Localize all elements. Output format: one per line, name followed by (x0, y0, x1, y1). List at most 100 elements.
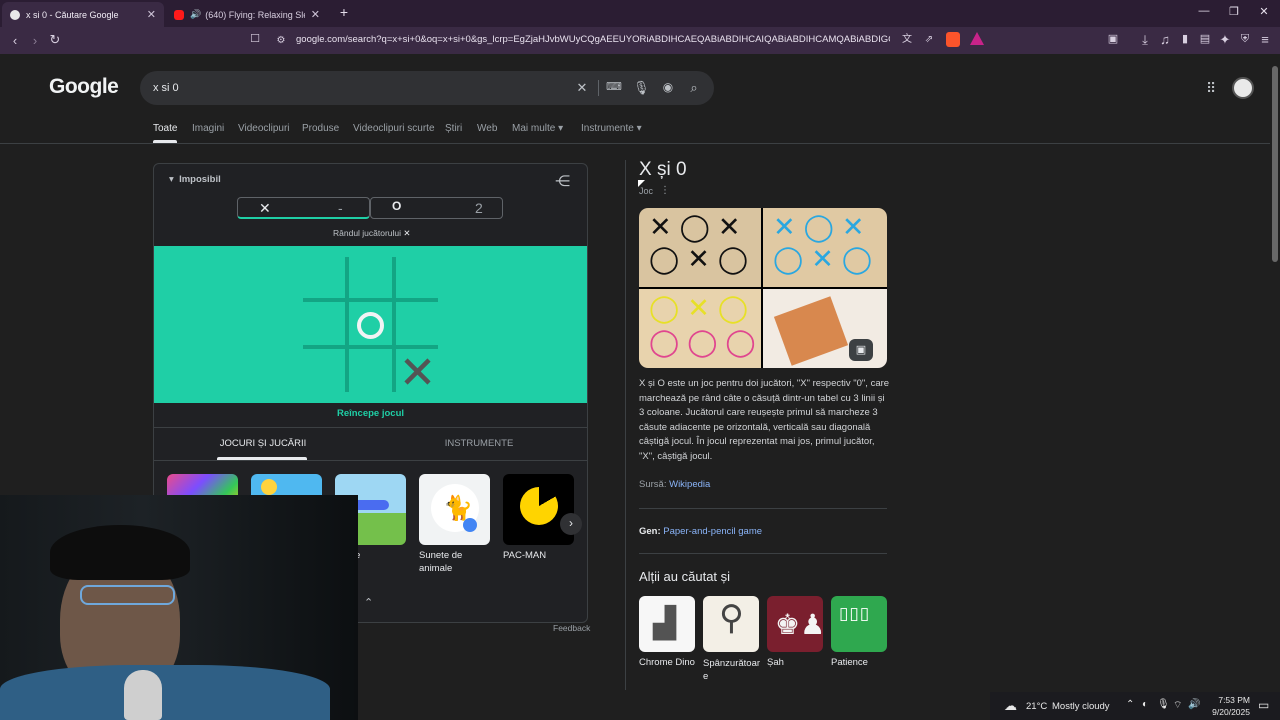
mic-icon[interactable]: 🎙 (1157, 699, 1170, 710)
share-icon[interactable]: ⇗ (920, 31, 938, 48)
grid-line (303, 345, 438, 349)
thumb-label[interactable]: Patience (831, 657, 868, 668)
score-o-value: 2 (475, 200, 483, 216)
image-black-white-xo[interactable]: ✕◯✕ ◯✕◯ (639, 208, 761, 287)
difficulty-label: Imposibil (179, 174, 221, 185)
chevron-up-icon[interactable]: ⌃ (364, 596, 373, 609)
image-pink-yellow-xo[interactable]: ◯✕◯ ◯◯◯ (639, 289, 761, 368)
tab-games-toys[interactable]: JOCURI ȘI JUCĂRII (204, 438, 322, 449)
bookmark-icon[interactable]: ☐ (246, 31, 264, 48)
tab-google-search[interactable]: x si 0 - Căutare Google ✕ (2, 2, 164, 27)
brave-rewards-icon[interactable] (970, 32, 984, 45)
hangman-icon: ⚲ (719, 599, 744, 637)
difficulty-select[interactable]: ▾ Imposibil (169, 174, 221, 185)
thumb-label[interactable]: Spânzurătoare (703, 657, 761, 683)
chevron-up-icon[interactable]: ⌃ (1126, 699, 1134, 710)
clear-icon[interactable]: ✕ (574, 80, 590, 96)
thumb-label[interactable]: Șah (767, 657, 784, 668)
thumb-chrome-dino[interactable]: ▟ (639, 596, 695, 652)
nav-tab-tools[interactable]: Instrumente ▾ (581, 123, 642, 134)
nav-tab-short-videos[interactable]: Videoclipuri scurte (353, 123, 435, 134)
reload-icon[interactable]: ↻ (46, 31, 64, 48)
tile-animal-sounds[interactable]: 🐈 (419, 474, 490, 545)
close-window-icon[interactable]: ✕ (1254, 5, 1274, 18)
new-tab-icon[interactable]: + (334, 4, 354, 20)
tab-youtube[interactable]: 🔊 (640) Flying: Relaxing Sleep Musi ✕ (166, 2, 328, 27)
network-icon[interactable]: ◐ (1142, 699, 1148, 710)
o-piece-icon: ◯✕◯ (773, 244, 881, 274)
leo-ai-icon[interactable]: ✦ (1216, 31, 1234, 48)
brave-shields-icon[interactable] (946, 32, 960, 47)
microphone-icon[interactable]: 🎙 (633, 80, 650, 96)
menu-icon[interactable]: ≡ (1256, 31, 1274, 48)
forward-icon[interactable]: › (26, 32, 44, 49)
lens-icon[interactable]: ◉ (660, 80, 676, 94)
avatar[interactable] (1232, 77, 1254, 99)
url-text[interactable]: google.com/search?q=x+si+0&oq=x+si+0&gs_… (296, 34, 890, 45)
nav-tab-images[interactable]: Imagini (192, 123, 224, 134)
clock-date[interactable]: 9/20/2025 (1200, 707, 1250, 717)
wifi-icon[interactable]: ⌔ (1173, 699, 1182, 712)
search-icon[interactable]: ⌕ (686, 80, 702, 96)
cast-icon[interactable]: ▣ (1104, 31, 1122, 48)
search-input[interactable]: x si 0 (153, 82, 179, 94)
feedback-link[interactable]: Feedback (553, 623, 590, 633)
image-wooden-board[interactable]: ▣ (763, 289, 887, 368)
thumb-label[interactable]: Chrome Dino (639, 657, 695, 668)
google-logo[interactable]: Google (49, 75, 119, 99)
site-info-icon[interactable]: ⚙ (272, 32, 290, 49)
nav-tab-all[interactable]: Toate (153, 123, 177, 134)
close-tab-icon[interactable]: ✕ (311, 8, 320, 21)
scrollbar-thumb[interactable] (1272, 66, 1278, 262)
score-o[interactable]: O 2 (370, 197, 503, 219)
restore-icon[interactable]: ❐ (1224, 5, 1244, 18)
clock-time[interactable]: 7:53 PM (1204, 695, 1250, 705)
nav-tab-products[interactable]: Produse (302, 123, 339, 134)
media-icon[interactable]: ♫ (1156, 31, 1174, 48)
nav-tab-web[interactable]: Web (477, 123, 497, 134)
chevron-right-icon[interactable]: › (560, 513, 582, 535)
gallery-icon[interactable]: ▣ (849, 339, 873, 361)
share-icon[interactable]: ⋲ (555, 172, 570, 190)
minimize-icon[interactable]: — (1194, 5, 1214, 17)
back-icon[interactable]: ‹ (6, 32, 24, 49)
vpn-icon[interactable]: ⛨ (1236, 31, 1254, 48)
close-tab-icon[interactable]: ✕ (147, 8, 156, 21)
image-blue-white-xo[interactable]: ✕◯✕ ◯✕◯ (763, 208, 887, 287)
volume-icon[interactable]: 🔊 (1188, 699, 1200, 710)
tile-pacman[interactable] (503, 474, 574, 545)
board-cell[interactable] (349, 257, 392, 298)
search-bar[interactable] (140, 71, 714, 105)
translate-icon[interactable]: 文 (898, 31, 916, 48)
downloads-icon[interactable]: ⤓ (1136, 31, 1154, 48)
weather-text[interactable]: Mostly cloudy (1052, 701, 1110, 712)
nav-tools-label: Instrumente (581, 123, 634, 134)
more-options-icon[interactable]: ⋮ (660, 185, 670, 196)
restart-button[interactable]: Reîncepe jocul (154, 408, 587, 419)
image-collage[interactable]: ✕◯✕ ◯✕◯ ✕◯✕ ◯✕◯ ◯✕◯ ◯◯◯ ▣ (639, 208, 887, 368)
thumb-patience[interactable]: ▯▯▯ (831, 596, 887, 652)
turn-indicator: Rândul jucătorului ✕ (333, 228, 411, 239)
nav-tab-more[interactable]: Mai multe ▾ (512, 123, 563, 134)
tab-tools[interactable]: INSTRUMENTE (420, 438, 538, 449)
keyboard-icon[interactable]: ⌨ (606, 80, 622, 93)
audio-playing-icon[interactable]: 🔊 (190, 9, 201, 20)
genre-link[interactable]: Paper-and-pencil game (663, 526, 762, 537)
weather-icon: ☁ (1004, 698, 1017, 713)
apps-grid-icon[interactable]: ⠿ (1206, 80, 1216, 97)
score-x[interactable]: ✕ - (237, 197, 370, 219)
sidebar-icon[interactable]: ▮ (1176, 31, 1194, 48)
source-link[interactable]: Wikipedia (669, 479, 710, 490)
board-cell[interactable] (396, 257, 438, 298)
nav-tab-news[interactable]: Știri (445, 123, 462, 134)
wooden-board-icon (773, 296, 849, 366)
thumb-hangman[interactable]: ⚲ (703, 596, 759, 652)
x-symbol-icon: ✕ (259, 200, 271, 216)
notifications-icon[interactable]: ▭ (1258, 698, 1269, 712)
x-piece-icon: ✕◯✕ (773, 212, 873, 242)
thumb-chess[interactable]: ♚♟ (767, 596, 823, 652)
chess-piece-icon: ♚♟ (775, 609, 823, 640)
wallet-icon[interactable]: ▤ (1196, 31, 1214, 48)
board-cell[interactable] (303, 257, 345, 298)
nav-tab-videos[interactable]: Videoclipuri (238, 123, 290, 134)
